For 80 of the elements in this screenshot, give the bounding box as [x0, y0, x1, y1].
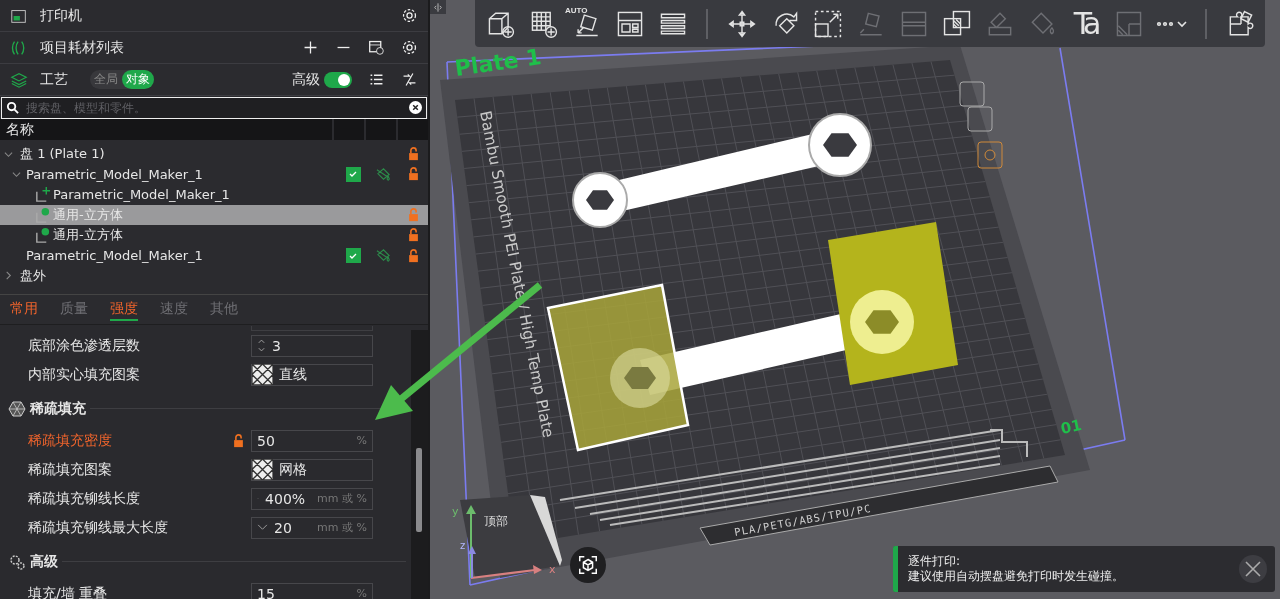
input-field[interactable]: 15 %: [251, 582, 373, 599]
pattern-icon: [252, 459, 273, 480]
section-heading: 高级: [30, 552, 58, 571]
close-button[interactable]: [1239, 555, 1267, 583]
search-icon: [6, 101, 19, 114]
settings-icon[interactable]: [401, 7, 418, 24]
chevron-icon[interactable]: [4, 149, 13, 159]
layers-icon: [10, 70, 28, 89]
setting-label: 稀疏填充图案: [28, 460, 113, 479]
chevron-icon[interactable]: [4, 271, 13, 281]
gears-icon: [8, 552, 26, 571]
settings-tab[interactable]: 强度: [110, 300, 138, 321]
section-title: 工艺: [40, 70, 68, 89]
tree-item[interactable]: 盘 1 (Plate 1): [0, 144, 428, 165]
lock-icon[interactable]: [233, 433, 244, 448]
section-title: 打印机: [40, 6, 82, 25]
column-header: 名称: [5, 120, 35, 139]
lock-icon[interactable]: [407, 147, 419, 162]
lock-icon[interactable]: [407, 167, 419, 182]
combo-field[interactable]: 20 mm 或 %: [251, 516, 373, 539]
settings-icon[interactable]: [401, 39, 418, 56]
axis-z: [468, 546, 476, 579]
section-heading: 稀疏填充: [30, 399, 86, 418]
lock-icon[interactable]: [407, 248, 419, 263]
lock-icon[interactable]: [407, 228, 419, 243]
advanced-label: 高级: [292, 70, 320, 89]
setting-label: 稀疏填充铆线最大长度: [28, 518, 169, 537]
setting-label: 内部实心填充图案: [28, 365, 141, 384]
tree-item[interactable]: Parametric_Model_Maker_1: [0, 245, 428, 266]
input-field[interactable]: 50 %: [251, 429, 373, 452]
tree-item[interactable]: 通用-立方体: [0, 225, 428, 246]
axis-x: [470, 565, 542, 579]
split-view-icon: [433, 2, 443, 12]
plate-tools-drawing[interactable]: [959, 81, 1003, 169]
add-icon[interactable]: [302, 39, 319, 56]
checkbox[interactable]: [345, 248, 361, 264]
chevron-icon[interactable]: [257, 524, 268, 531]
infill-icon: [8, 399, 26, 418]
search-field[interactable]: 搜索盘、模型和零件。: [1, 97, 427, 119]
setting-label: 填充/墙 重叠: [28, 584, 109, 599]
camera-button[interactable]: [570, 547, 606, 583]
plate-number: 01: [1059, 415, 1084, 438]
paint-bucket-icon[interactable]: [374, 248, 392, 264]
sync-icon[interactable]: [368, 39, 385, 56]
scrollbar-thumb[interactable]: [416, 448, 422, 532]
text-tool-button[interactable]: Ta: [1064, 3, 1107, 44]
auto-orient-button[interactable]: AUTO: [565, 3, 608, 44]
part-icon: [34, 226, 51, 244]
collapse-button[interactable]: [430, 0, 446, 14]
notification-title: 逐件打印:: [908, 554, 962, 569]
close-icon: [1243, 559, 1263, 579]
tree-item[interactable]: Parametric_Model_Maker_1: [0, 164, 428, 185]
chevron-icon[interactable]: [12, 169, 21, 179]
axis-label: z: [460, 540, 466, 551]
setting-label: 底部涂色渗透层数: [28, 336, 141, 355]
axis-label: y: [452, 505, 459, 518]
section-title: 项目耗材列表: [40, 38, 124, 57]
settings-tab[interactable]: 常用: [10, 300, 38, 321]
advanced-switch[interactable]: [324, 71, 352, 88]
plate-label: Plate 1: [453, 44, 543, 81]
input-field[interactable]: 3: [251, 334, 373, 357]
notification-message: 建议使用自动摆盘避免打印时发生碰撞。: [908, 569, 1125, 584]
tree-item[interactable]: 盘外: [0, 265, 428, 287]
setting-label: 稀疏填充铆线长度: [28, 489, 141, 508]
compare-icon[interactable]: [401, 71, 418, 88]
pattern-select[interactable]: 直线: [251, 363, 373, 386]
pattern-icon: [252, 364, 273, 385]
part-icon: [34, 186, 51, 204]
clear-icon[interactable]: [409, 101, 422, 114]
setting-label: 稀疏填充密度: [28, 431, 113, 450]
spinner-icon[interactable]: [257, 338, 266, 353]
part-icon: [34, 206, 51, 224]
axis-label: x: [549, 563, 556, 576]
cube-frame-icon: [577, 554, 599, 576]
paint-bucket-icon[interactable]: [374, 166, 392, 182]
more-icon: [1155, 19, 1188, 28]
checkbox[interactable]: [345, 166, 361, 182]
combo-field[interactable]: 400% mm 或 %: [251, 487, 373, 510]
tree-item[interactable]: Parametric_Model_Maker_1: [0, 184, 428, 205]
pattern-select[interactable]: 网格: [251, 458, 373, 481]
